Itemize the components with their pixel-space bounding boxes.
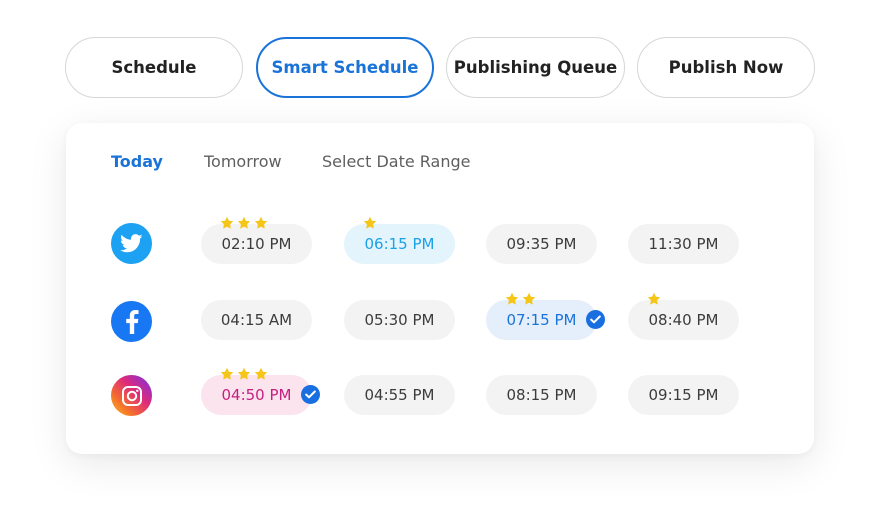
time-slot-twitter-4[interactable]: 11:30 PM (628, 224, 739, 264)
time-slot-instagram-1[interactable]: 04:50 PM (201, 375, 312, 415)
time-slot-instagram-3[interactable]: 08:15 PM (486, 375, 597, 415)
star-icon (220, 216, 234, 229)
tab-tomorrow[interactable]: Tomorrow (204, 152, 282, 171)
smart-schedule-button[interactable]: Smart Schedule (256, 37, 434, 98)
rating-stars (220, 216, 268, 230)
star-icon (647, 292, 661, 305)
checkmark-icon (301, 385, 320, 404)
time-slot-instagram-4[interactable]: 09:15 PM (628, 375, 739, 415)
time-slot-facebook-3[interactable]: 07:15 PM (486, 300, 597, 340)
time-slot-twitter-1[interactable]: 02:10 PM (201, 224, 312, 264)
twitter-icon (111, 223, 152, 264)
instagram-icon (111, 375, 152, 416)
star-icon (237, 367, 251, 380)
publish-now-button[interactable]: Publish Now (637, 37, 815, 98)
rating-stars (505, 292, 536, 306)
time-slot-twitter-3[interactable]: 09:35 PM (486, 224, 597, 264)
checkmark-icon (586, 310, 605, 329)
rating-stars (363, 216, 377, 230)
star-icon (254, 216, 268, 229)
schedule-button[interactable]: Schedule (65, 37, 243, 98)
rating-stars (220, 367, 268, 381)
star-icon (220, 367, 234, 380)
star-icon (237, 216, 251, 229)
tab-select-date-range[interactable]: Select Date Range (322, 152, 470, 171)
time-slot-facebook-1[interactable]: 04:15 AM (201, 300, 312, 340)
time-slot-instagram-2[interactable]: 04:55 PM (344, 375, 455, 415)
rating-stars (647, 292, 661, 306)
time-slot-facebook-4[interactable]: 08:40 PM (628, 300, 739, 340)
time-slot-facebook-2[interactable]: 05:30 PM (344, 300, 455, 340)
star-icon (363, 216, 377, 229)
star-icon (254, 367, 268, 380)
facebook-icon (111, 301, 152, 342)
tab-today[interactable]: Today (111, 152, 163, 171)
publishing-queue-button[interactable]: Publishing Queue (446, 37, 625, 98)
star-icon (505, 292, 519, 305)
time-slot-twitter-2[interactable]: 06:15 PM (344, 224, 455, 264)
star-icon (522, 292, 536, 305)
